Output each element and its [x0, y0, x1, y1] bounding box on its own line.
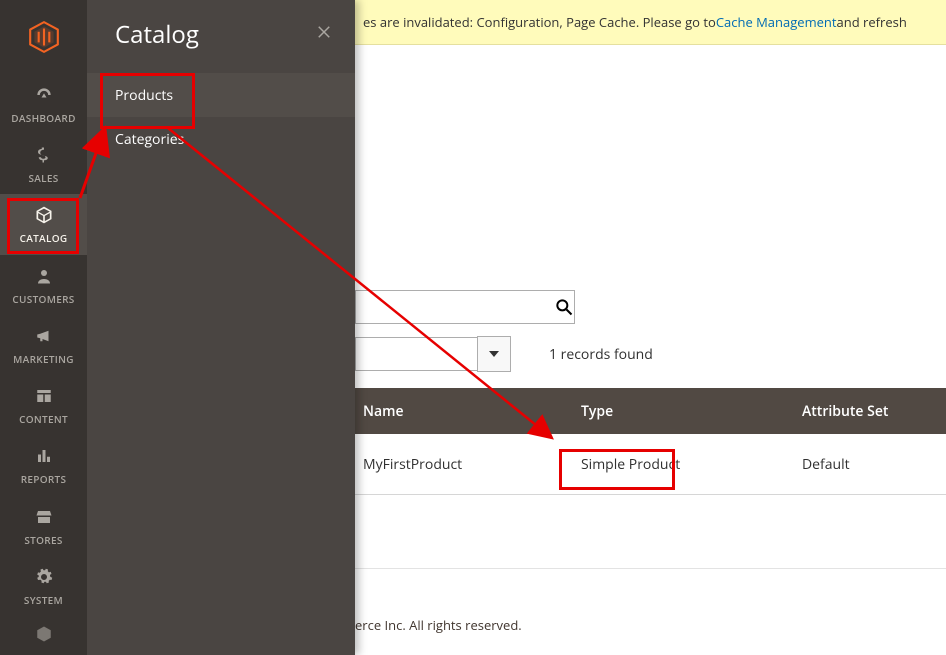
footer-divider — [355, 568, 946, 569]
cell-attribute-set: Default — [790, 455, 946, 474]
sidebar-item-marketing[interactable]: MARKETING — [0, 315, 87, 375]
dashboard-icon — [34, 83, 54, 107]
sidebar-item-customers[interactable]: CUSTOMERS — [0, 255, 87, 315]
megaphone-icon — [35, 324, 53, 348]
keyword-search — [355, 290, 575, 324]
sidebar-item-label: SYSTEM — [24, 593, 63, 607]
sidebar-item-label: REPORTS — [21, 472, 67, 486]
sidebar-item-content[interactable]: CONTENT — [0, 375, 87, 435]
sidebar-item-catalog[interactable]: CATALOG — [0, 194, 87, 254]
main-sidebar: DASHBOARD SALES CATALOG CUSTOMERS MARKET… — [0, 0, 87, 655]
flyout-title: Catalog — [115, 18, 199, 51]
cell-type: Simple Product — [569, 455, 790, 474]
sidebar-item-reports[interactable]: REPORTS — [0, 435, 87, 495]
box-icon — [35, 622, 53, 646]
box-icon — [34, 203, 54, 227]
dollar-icon — [35, 143, 53, 167]
cache-management-link[interactable]: Cache Management — [716, 13, 837, 31]
sidebar-item-system[interactable]: SYSTEM — [0, 556, 87, 616]
layout-icon — [35, 384, 53, 408]
catalog-flyout: Catalog Products Categories — [87, 0, 355, 655]
actions-dropdown-toggle[interactable] — [477, 336, 511, 372]
table-header: Name Type Attribute Set — [355, 388, 946, 434]
sidebar-item-label: DASHBOARD — [11, 111, 75, 125]
actions-dropdown[interactable] — [355, 337, 478, 371]
sidebar-item-sales[interactable]: SALES — [0, 134, 87, 194]
cell-name: MyFirstProduct — [355, 455, 569, 474]
page-content: 1 records found Name Type Attribute Set … — [355, 44, 946, 655]
products-table: Name Type Attribute Set MyFirstProduct S… — [355, 388, 946, 495]
flyout-item-label: Categories — [115, 130, 184, 149]
sidebar-item-dashboard[interactable]: DASHBOARD — [0, 74, 87, 134]
sidebar-item-label: SALES — [28, 171, 58, 185]
warning-text: and refresh — [837, 13, 907, 31]
sidebar-item-label: CATALOG — [20, 231, 68, 245]
col-header-attribute-set[interactable]: Attribute Set — [790, 402, 946, 421]
sidebar-item-label: CONTENT — [19, 412, 68, 426]
person-icon — [35, 264, 53, 288]
flyout-item-products[interactable]: Products — [87, 73, 355, 117]
sidebar-item-stores[interactable]: STORES — [0, 496, 87, 556]
sidebar-item-label: MARKETING — [13, 352, 74, 366]
table-row[interactable]: MyFirstProduct Simple Product Default — [355, 434, 946, 495]
col-header-name[interactable]: Name — [355, 402, 569, 421]
bar-chart-icon — [35, 444, 53, 468]
store-icon — [35, 505, 53, 529]
sidebar-item-label: STORES — [24, 533, 62, 547]
flyout-item-label: Products — [115, 86, 173, 105]
flyout-item-categories[interactable]: Categories — [87, 117, 355, 161]
sidebar-item-extra[interactable] — [0, 616, 87, 655]
magento-logo[interactable] — [0, 0, 87, 74]
system-message-bar: es are invalidated: Configuration, Page … — [355, 0, 946, 45]
warning-text: es are invalidated: Configuration, Page … — [363, 13, 716, 31]
footer-copyright: erce Inc. All rights reserved. — [355, 616, 946, 634]
search-icon[interactable] — [553, 297, 574, 317]
col-header-type[interactable]: Type — [569, 402, 790, 421]
records-found-text: 1 records found — [549, 345, 653, 364]
search-input[interactable] — [356, 291, 553, 323]
gear-icon — [35, 565, 53, 589]
sidebar-item-label: CUSTOMERS — [12, 292, 74, 306]
close-icon[interactable] — [315, 23, 333, 46]
